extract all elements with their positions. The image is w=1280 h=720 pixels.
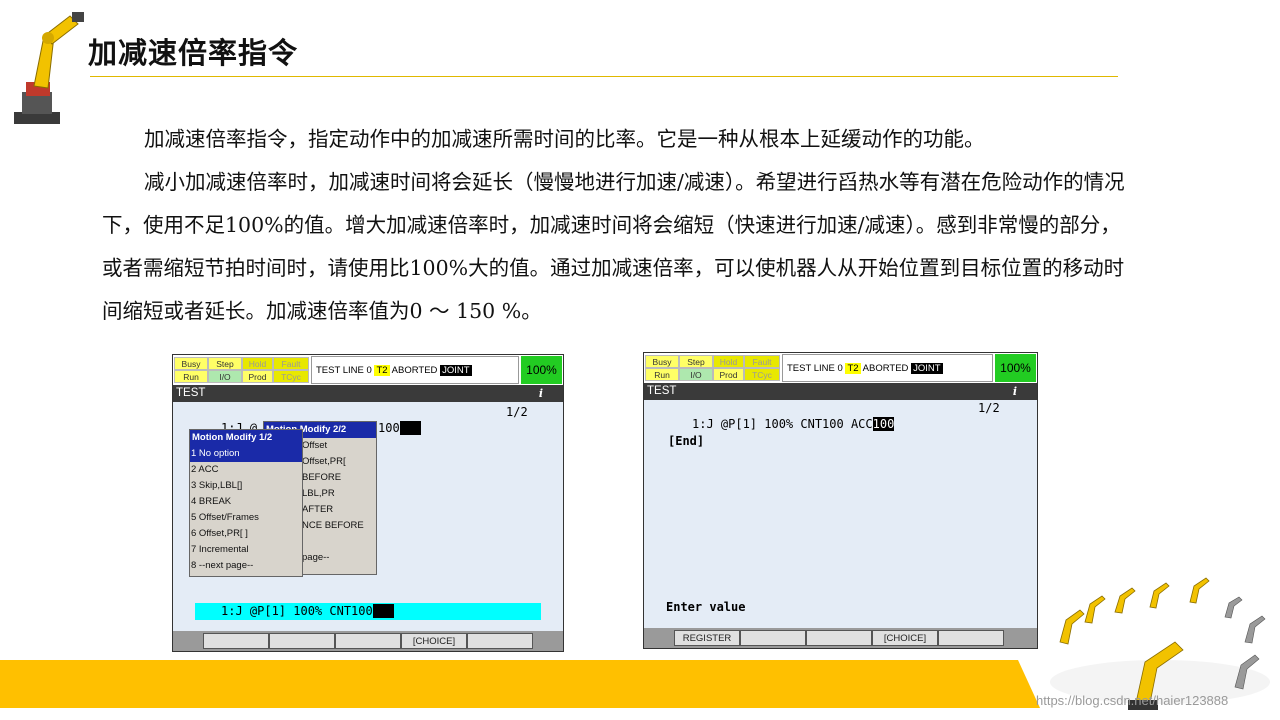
menu-item-break[interactable]: 4 BREAK	[190, 494, 302, 510]
override-percent[interactable]: 100%	[995, 354, 1036, 382]
fault-indicator: Fault	[744, 355, 780, 368]
prompt-text: Enter value	[666, 600, 746, 614]
info-icon[interactable]: i	[1013, 383, 1017, 400]
slide-title: 加减速倍率指令	[88, 36, 299, 70]
function-key-bar: [CHOICE]	[173, 631, 563, 651]
function-key-bar: REGISTER [CHOICE]	[644, 628, 1037, 648]
busy-indicator: Busy	[174, 357, 208, 370]
io-indicator: I/O	[679, 368, 713, 381]
menu-item-skip[interactable]: 3 Skip,LBL[]	[190, 478, 302, 494]
body-text: 加减速倍率指令，指定动作中的加减速所需时间的比率。它是一种从根本上延缓动作的功能…	[102, 118, 1132, 333]
menu-item-next-page[interactable]: 8 --next page--	[190, 558, 302, 574]
fault-indicator: Fault	[273, 357, 309, 370]
teach-pendant-screen-2: Busy Step Hold Fault Run I/O Prod TCyc T…	[643, 352, 1038, 649]
step-indicator: Step	[208, 357, 242, 370]
status-line: TEST LINE 0 T2 ABORTED JOINT	[311, 356, 519, 384]
program-line-1: 1:J @P[1] 100% CNT100 ACC100	[692, 417, 895, 431]
menu-header: Motion Modify 1/2	[190, 430, 302, 446]
prod-indicator: Prod	[713, 368, 744, 381]
page-indicator: 1/2	[506, 405, 528, 419]
motion-modify-menu-page1: Motion Modify 1/2 1 No option 2 ACC 3 Sk…	[189, 429, 303, 577]
busy-indicator: Busy	[645, 355, 679, 368]
acc-value[interactable]: 100	[872, 417, 895, 431]
program-title-bar: TEST i	[173, 385, 563, 402]
f2-key[interactable]	[740, 630, 806, 646]
menu-item-incremental[interactable]: 7 Incremental	[190, 542, 302, 558]
run-indicator: Run	[174, 370, 208, 383]
info-icon[interactable]: i	[539, 385, 543, 402]
bottom-band	[0, 660, 1040, 708]
f3-key[interactable]	[806, 630, 872, 646]
program-name: TEST	[647, 385, 677, 397]
menu-item-offset-frames[interactable]: 5 Offset/Frames	[190, 510, 302, 526]
choice-key[interactable]: [CHOICE]	[401, 633, 467, 649]
step-indicator: Step	[679, 355, 713, 368]
program-title-bar: TEST i	[644, 383, 1037, 400]
override-percent[interactable]: 100%	[521, 356, 562, 384]
page-indicator: 1/2	[978, 401, 1000, 415]
edit-line[interactable]: 1:J @P[1] 100% CNT100	[221, 604, 395, 618]
program-name: TEST	[176, 387, 206, 399]
status-line: TEST LINE 0 T2 ABORTED JOINT	[782, 354, 993, 382]
hold-indicator: Hold	[713, 355, 744, 368]
tcyc-indicator: TCyc	[744, 368, 780, 381]
io-indicator: I/O	[208, 370, 242, 383]
f2-key[interactable]	[269, 633, 335, 649]
menu-item-acc[interactable]: 2 ACC	[190, 462, 302, 478]
status-row: Busy Step Hold Fault Run I/O Prod TCyc T…	[173, 355, 563, 385]
f3-key[interactable]	[335, 633, 401, 649]
hold-indicator: Hold	[242, 357, 273, 370]
robot-arms-illustration-icon	[1050, 577, 1270, 710]
register-key[interactable]: REGISTER	[674, 630, 740, 646]
status-row: Busy Step Hold Fault Run I/O Prod TCyc T…	[644, 353, 1037, 383]
program-line-1-tail: 100	[378, 421, 422, 435]
run-indicator: Run	[645, 368, 679, 381]
f5-key[interactable]	[467, 633, 533, 649]
watermark: https://blog.csdn.net/haier123888	[1036, 693, 1229, 708]
tcyc-indicator: TCyc	[273, 370, 309, 383]
teach-pendant-screen-1: Busy Step Hold Fault Run I/O Prod TCyc T…	[172, 354, 564, 652]
paragraph-1: 加减速倍率指令，指定动作中的加减速所需时间的比率。它是一种从根本上延缓动作的功能…	[144, 127, 985, 151]
choice-key[interactable]: [CHOICE]	[872, 630, 938, 646]
robot-logo-icon	[14, 12, 84, 124]
f1-key[interactable]	[203, 633, 269, 649]
title-divider	[90, 76, 1118, 77]
end-marker: [End]	[668, 434, 705, 448]
f5-key[interactable]	[938, 630, 1004, 646]
prod-indicator: Prod	[242, 370, 273, 383]
menu-item-offset-pr[interactable]: 6 Offset,PR[ ]	[190, 526, 302, 542]
paragraph-2: 减小加减速倍率时，加减速时间将会延长（慢慢地进行加速/减速）。希望进行舀热水等有…	[102, 170, 1125, 323]
menu-item-no-option[interactable]: 1 No option	[190, 446, 302, 462]
